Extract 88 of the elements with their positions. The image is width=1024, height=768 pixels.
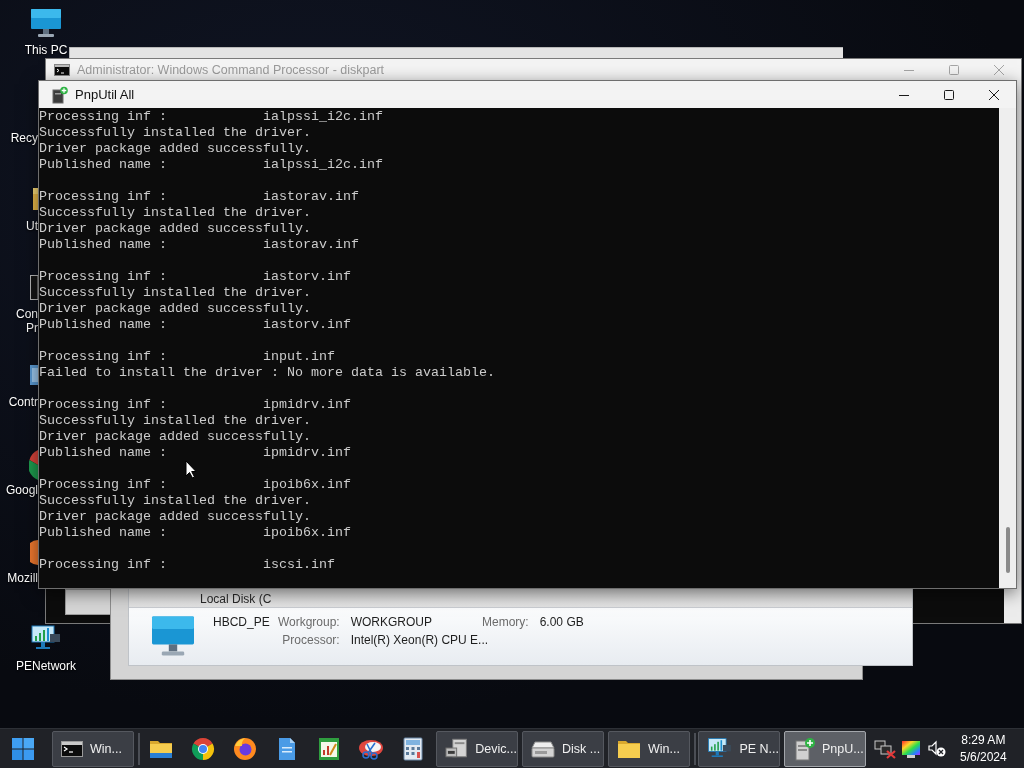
desktop-icon-label[interactable]: Ut (26, 219, 38, 233)
console-label: Processing inf : (39, 189, 167, 205)
calculator-icon[interactable] (403, 736, 423, 761)
server-icon (793, 736, 815, 761)
detail-label: Memory: (482, 615, 529, 629)
console-value: ipoib6x.inf (262, 477, 351, 493)
server-icon (52, 85, 68, 104)
console-value: ialpssi_i2c.inf (262, 109, 383, 125)
console-line: Driver package added successfully. (39, 221, 311, 237)
window-title: Administrator: Windows Command Processor - diskpart (77, 62, 385, 77)
desktop-icon-label[interactable]: Pr (26, 321, 38, 335)
detail-label: Processor: (282, 633, 340, 647)
console-label: Processing inf : (39, 269, 167, 285)
scrollbar-track[interactable] (999, 108, 1016, 588)
console-line: Failed to install the driver : No more data is available. (39, 365, 495, 381)
console-value: iastorv.inf (262, 317, 351, 333)
console-label: Processing inf : (39, 349, 167, 365)
console-value: iastorav.inf (262, 189, 359, 205)
desktop-icon-label[interactable]: Googl (5, 483, 38, 497)
console-line: Driver package added successfully. (39, 429, 311, 445)
taskbar-button[interactable]: Devic... (436, 730, 518, 767)
chart-document-icon[interactable] (318, 736, 340, 761)
taskbar-button[interactable]: Win... (52, 730, 134, 767)
computer-name: HBCD_PE (213, 614, 270, 631)
console-value: iscsi.inf (262, 557, 335, 573)
taskbar-button[interactable]: Disk ... (522, 730, 604, 767)
taskbar-button[interactable]: Win... (608, 730, 690, 767)
taskbar-button[interactable]: PnpU... (784, 730, 866, 767)
console-value: iastorv.inf (262, 269, 351, 285)
console-value: ipmidrv.inf (262, 445, 351, 461)
console-line: Successfully installed the driver. (39, 413, 311, 429)
monitor-icon (150, 615, 196, 657)
desktop-icon-label[interactable]: Recy (10, 131, 38, 145)
console-value: input.inf (262, 349, 335, 365)
shortcut-icon[interactable] (29, 450, 38, 480)
console-label: Processing inf : (39, 397, 167, 413)
console-label: Published name : (39, 445, 167, 461)
console-line: Driver package added successfully. (39, 509, 311, 525)
console-label: Processing inf : (39, 477, 167, 493)
console-line: Driver package added successfully. (39, 141, 311, 157)
console-label: Processing inf : (39, 109, 167, 125)
cursor-icon (185, 460, 197, 479)
desktop-icon-label[interactable]: PENetwork (16, 659, 76, 673)
console-line: Successfully installed the driver. (39, 205, 311, 221)
desktop-icon-label[interactable]: Mozill (7, 571, 38, 585)
console-label: Processing inf : (39, 557, 167, 573)
console-label: Published name : (39, 525, 167, 541)
volume-muted-icon[interactable] (927, 739, 947, 758)
console-value: iastorav.inf (262, 237, 359, 253)
desktop-icon-label[interactable]: This PC (24, 43, 68, 57)
detail-value: Intel(R) Xeon(R) CPU E... (350, 633, 489, 647)
browser-icon[interactable] (233, 736, 257, 761)
folder-icon[interactable] (149, 738, 173, 759)
close-icon (993, 64, 1004, 75)
network-error-icon[interactable] (874, 738, 896, 759)
console-line: Successfully installed the driver. (39, 493, 311, 509)
detail-value: WORKGROUP (350, 615, 433, 629)
shortcut-icon[interactable] (30, 540, 38, 565)
close-icon (988, 89, 999, 100)
detail-value: 6.00 GB (539, 615, 584, 629)
document-icon[interactable] (277, 736, 297, 761)
folder-icon (617, 738, 641, 759)
scrollbar-thumb[interactable] (1005, 527, 1010, 573)
maximize-icon (948, 64, 959, 75)
terminal-icon (54, 63, 70, 76)
taskbar-button[interactable]: PE N... (698, 730, 780, 767)
desktop-icon-label[interactable]: Contr (8, 395, 38, 409)
start-icon[interactable] (12, 737, 34, 760)
console-line: Driver package added successfully. (39, 301, 311, 317)
console-label: Published name : (39, 157, 167, 173)
scissors-icon[interactable] (358, 737, 384, 760)
color-square-icon[interactable] (901, 739, 921, 758)
console-line: Successfully installed the driver. (39, 125, 311, 141)
terminal-icon (61, 740, 83, 757)
console-value: ialpssi_i2c.inf (262, 157, 383, 173)
browser-icon[interactable] (191, 736, 215, 761)
console-line: Successfully installed the driver. (39, 285, 311, 301)
tree-item[interactable]: Local Disk (C (200, 592, 272, 606)
monitor-icon[interactable] (30, 8, 62, 38)
console-label: Published name : (39, 237, 167, 253)
console-label: Published name : (39, 317, 167, 333)
console-value: ipmidrv.inf (262, 397, 351, 413)
window-title: PnpUtil All (75, 87, 135, 102)
desktop-icon-label[interactable]: Con (16, 307, 38, 321)
console-value: ipoib6x.inf (262, 525, 351, 541)
maximize-icon (943, 89, 954, 100)
detail-label: Workgroup: (277, 615, 340, 629)
clock-button[interactable]: 8:29 AM 5/6/2024 (952, 731, 1017, 766)
